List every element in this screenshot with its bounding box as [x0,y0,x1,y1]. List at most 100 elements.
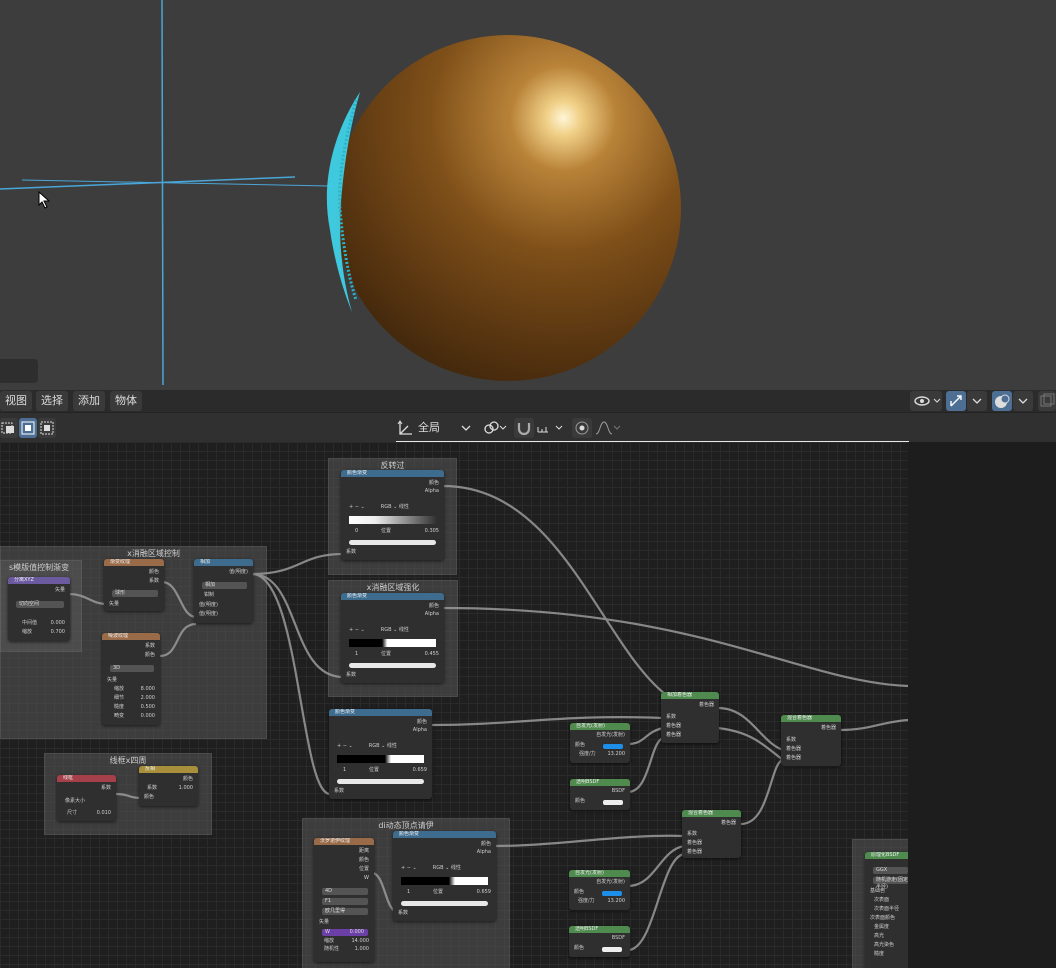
socket-alpha-out: Alpha [424,488,439,494]
dimension-dropdown[interactable]: 3D [110,665,154,672]
ramp-gradient[interactable] [337,755,424,763]
socket-out: 矢量 [54,587,65,593]
node-title: 噪波纹理 [102,633,160,640]
node-noise-texture[interactable]: 噪波纹理 系数 颜色 3D 矢量 缩放 8.000 细节 2.000 糙度 0.… [102,633,160,725]
ramp-pos-value[interactable]: 0.305 [346,528,439,535]
node-math-add[interactable]: 相加 值(明度) 相加 钳制 值(明度) 值(明度) [194,559,253,623]
ramp-pos-value[interactable]: 0.659 [334,767,427,774]
node-gradient-texture[interactable]: 渐变纹理 颜色 系数 球形 矢量 [104,559,164,611]
select-extend-mode[interactable] [19,418,37,438]
ramp-gradient[interactable] [349,516,436,524]
ramp-mode[interactable]: + − ⌄ RGB ⌄ 线性 [337,743,427,750]
feature-dropdown[interactable]: F1 [322,898,368,905]
node-color-ramp-mask[interactable]: 颜色渐变 颜色 Alpha + − ⌄ RGB ⌄ 线性 1 位置 0.659 系… [329,709,432,799]
select-subtract-mode[interactable] [38,418,56,438]
overlay-dropdown[interactable] [1013,391,1033,411]
node-mix-shader-lower[interactable]: 混合着色器 着色器 系数 着色器 着色器 [682,810,741,858]
operation-dropdown[interactable]: 相加 [202,582,247,589]
select-box-mode[interactable] [0,418,18,438]
3d-viewport[interactable] [0,0,1056,390]
dimension-dropdown[interactable]: 4D [322,888,368,895]
link [627,852,685,952]
param-value[interactable]: 1.000 [319,946,369,953]
node-color-ramp-boost[interactable]: 颜色渐变 颜色 Alpha + − ⌄ RGB ⌄ 线性 1 位置 0.455 系… [341,593,444,683]
viewport-canvas[interactable] [0,0,1056,390]
emission-color-swatch[interactable] [603,744,623,749]
distribution-dropdown[interactable]: GGX [873,867,908,874]
falloff-dropdown[interactable] [594,418,622,438]
falloff-curve-icon [595,421,621,435]
param-value[interactable]: 2.000 [107,695,155,702]
node-voronoi-texture[interactable]: 沃罗诺伊纹理 距离 颜色 位置 W 4D F1 欧几里得 矢量 W 0.000 … [314,838,374,962]
gizmo-dropdown[interactable] [967,391,987,411]
node-transparent-bottom[interactable]: 透明BSDF BSDF 颜色 [569,926,630,957]
param-value[interactable]: 13.200 [574,898,626,905]
ramp-gradient[interactable] [401,877,488,885]
param-value[interactable]: 13.200 [575,751,626,758]
node-emission-bottom[interactable]: 自发光(发射) 自发光(发射) 颜色 强度/力 13.200 [569,870,630,910]
node-emission-top[interactable]: 自发光(发射) 自发光(发射) 颜色 强度/力 13.200 [570,723,630,763]
transparent-color-swatch[interactable] [603,800,623,805]
param-value[interactable]: 0.000 [107,713,155,720]
param-value[interactable]: 0.500 [107,704,155,711]
socket-out: 颜色 [358,857,369,863]
node-transparent-top[interactable]: 透明BSDF BSDF 颜色 [570,779,630,810]
ramp-mode[interactable]: + − ⌄ RGB ⌄ 线性 [401,865,491,872]
ramp-color-swatch[interactable] [401,901,488,906]
emission-color-swatch[interactable] [602,891,622,896]
param-value[interactable]: 8.000 [107,686,155,693]
ramp-pos-value[interactable]: 0.455 [346,651,439,658]
xray-toggle[interactable] [1038,391,1056,411]
node-invert[interactable]: 反相 颜色 系数 1.000 颜色 [139,766,198,806]
ramp-color-swatch[interactable] [337,779,424,784]
node-wireframe[interactable]: 线框 系数 像素大小 尺寸 0.010 [57,775,116,821]
menu-add[interactable]: 添加 [73,391,105,411]
proportional-edit-toggle[interactable] [572,418,592,438]
menu-object[interactable]: 物体 [110,391,142,411]
ramp-mode[interactable]: + − ⌄ RGB ⌄ 线性 [349,627,439,634]
snap-toggle[interactable] [514,418,534,438]
gizmo-toggle[interactable] [946,391,966,411]
ramp-mode[interactable]: + − ⌄ RGB ⌄ 线性 [349,504,439,511]
link [839,718,909,732]
node-color-ramp-invert[interactable]: 颜色渐变 颜色 Alpha + − ⌄ RGB ⌄ 线性 0 位置 0.305 系… [341,470,444,560]
w-slider[interactable]: W 0.000 [322,929,368,936]
param-value[interactable]: 0.010 [62,810,111,817]
viewport-header: 视图 选择 添加 物体 [0,390,1056,412]
eye-icon [914,396,941,406]
param-value[interactable]: 0.000 [13,620,65,627]
viewport-panel-tab[interactable] [0,359,38,383]
subsurface-method-dropdown[interactable]: 随机游走(固定半径) [873,877,908,890]
param-value[interactable]: 1.000 [144,785,193,792]
space-dropdown[interactable]: 切向空间 [16,601,64,608]
node-add-shader[interactable]: 相加着色器 着色器 系数 着色器 着色器 [661,692,719,743]
clamp-checkbox[interactable]: 钳制 [204,592,248,599]
ramp-color-swatch[interactable] [349,540,436,545]
node-mix-shader-final[interactable]: 混合着色器 着色器 系数 着色器 着色器 [781,715,841,766]
ramp-pos-value[interactable]: 0.659 [398,889,491,896]
node-color-ramp-voronoi[interactable]: 颜色渐变 颜色 Alpha + − ⌄ RGB ⌄ 线性 1 位置 0.659 系… [393,831,496,921]
param-value[interactable]: 0.000 [350,929,364,936]
overlay-toggle[interactable] [992,391,1012,411]
distance-dropdown[interactable]: 欧几里得 [322,908,368,915]
snap-target-dropdown[interactable] [536,418,566,438]
socket-in: 次表面颜色 [870,915,896,921]
node-title: 线框 [57,775,116,782]
menu-view[interactable]: 视图 [0,391,32,411]
transform-pivot-dropdown[interactable]: 全局 [396,418,474,438]
pivot-dropdown[interactable] [482,418,510,438]
ramp-gradient[interactable] [349,639,436,647]
param-value[interactable]: 14.000 [319,938,370,945]
transparent-color-swatch[interactable] [602,947,622,952]
pixel-size-checkbox[interactable]: 像素大小 [65,798,111,805]
frame-title: x消融区域控制 [127,549,180,558]
node-vector-math[interactable]: 分离XYZ 矢量 切向空间 中间值 0.000 缩放 0.700 [8,577,70,641]
visibility-dropdown[interactable] [910,391,942,411]
node-principled-bsdf[interactable]: 原理化BSDF GGX 随机游走(固定半径) 基础色 次表面 次表面半径 次表面… [865,852,908,968]
ramp-color-swatch[interactable] [349,663,436,668]
node-editor-canvas[interactable]: 反转过 x消融区域控制 x消融区域强化 s模版值控制渐变 线框x四周 di动态顶… [0,442,1056,968]
socket-fac-in: 系数 [398,910,409,916]
menu-select[interactable]: 选择 [36,391,68,411]
param-value[interactable]: 0.700 [13,629,65,636]
gradient-type-dropdown[interactable]: 球形 [112,590,158,597]
